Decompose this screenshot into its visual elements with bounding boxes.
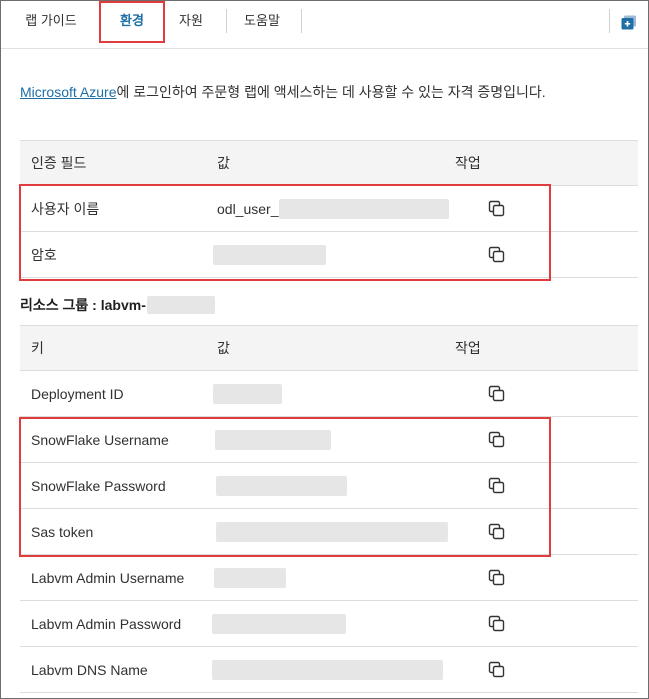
table-row: Deployment ID: [20, 371, 638, 417]
redacted-value: [212, 659, 443, 680]
redacted-value: [216, 521, 448, 542]
resource-group-title: 리소스 그룹 : labvm-: [20, 295, 215, 315]
row-value: [212, 601, 346, 646]
table-row: Sas token: [20, 509, 638, 555]
redacted-value: [214, 567, 286, 588]
tab-divider: [226, 9, 227, 33]
row-label: Sas token: [31, 523, 94, 540]
new-window-icon[interactable]: [621, 15, 637, 30]
value-prefix: odl_user_: [217, 200, 279, 217]
redacted-value: [213, 383, 282, 404]
tab-divider: [301, 9, 302, 33]
header-value: 값: [217, 340, 230, 356]
header-value: 값: [217, 155, 230, 171]
copy-icon[interactable]: [488, 246, 506, 264]
header-action: 작업: [455, 155, 481, 171]
tab-lab-guide[interactable]: 랩 가이드: [19, 1, 83, 37]
tab-help[interactable]: 도움말: [237, 1, 287, 37]
keys-table: 키 값 작업 Deployment ID SnowFlake Username …: [20, 325, 638, 693]
table-row: Labvm Admin Password: [20, 601, 638, 647]
password-value: [213, 232, 326, 277]
copy-icon[interactable]: [488, 569, 506, 587]
row-label: SnowFlake Password: [31, 477, 166, 494]
tab-divider: [609, 9, 610, 33]
table-row: 암호: [20, 232, 638, 278]
copy-icon[interactable]: [488, 431, 506, 449]
copy-icon[interactable]: [488, 477, 506, 495]
tab-resources[interactable]: 자원: [169, 1, 213, 37]
row-label: 암호: [31, 246, 57, 263]
row-label: SnowFlake Username: [31, 431, 169, 448]
table-header: 키 값 작업: [20, 325, 638, 371]
row-value: [213, 371, 282, 416]
copy-icon[interactable]: [488, 523, 506, 541]
copy-icon[interactable]: [488, 385, 506, 403]
header-action: 작업: [455, 340, 481, 356]
row-value: [215, 417, 331, 462]
redacted-value: [213, 244, 326, 265]
header-key: 키: [31, 340, 44, 356]
row-label: Labvm Admin Username: [31, 569, 185, 586]
row-label: Labvm DNS Name: [31, 661, 148, 678]
row-value: [214, 555, 286, 600]
row-label: Labvm Admin Password: [31, 615, 182, 632]
table-row: SnowFlake Username: [20, 417, 638, 463]
copy-icon[interactable]: [488, 200, 506, 218]
row-label: 사용자 이름: [31, 200, 100, 217]
table-row: 사용자 이름 odl_user_: [20, 186, 638, 232]
intro-text: Microsoft Azure에 로그인하여 주문형 랩에 액세스하는 데 사용…: [20, 82, 546, 102]
table-row: Labvm Admin Username: [20, 555, 638, 601]
username-value: odl_user_: [217, 186, 449, 231]
row-value: [216, 509, 448, 554]
copy-icon[interactable]: [488, 661, 506, 679]
environment-panel: 랩 가이드 환경 자원 도움말 Microsoft Azure에 로그인하여 주…: [0, 0, 649, 699]
redacted-value: [278, 198, 449, 219]
header-field: 인증 필드: [31, 155, 87, 171]
redacted-value: [215, 429, 331, 450]
table-header: 인증 필드 값 작업: [20, 140, 638, 186]
redacted-value: [146, 296, 215, 314]
row-label: Deployment ID: [31, 385, 124, 402]
redacted-value: [216, 475, 347, 496]
intro-description: 에 로그인하여 주문형 랩에 액세스하는 데 사용할 수 있는 자격 증명입니다…: [116, 84, 546, 100]
credentials-table: 인증 필드 값 작업 사용자 이름 odl_user_ 암호: [20, 140, 638, 278]
active-tab-highlight: [99, 1, 165, 43]
azure-link[interactable]: Microsoft Azure: [20, 84, 116, 100]
resource-group-label: 리소스 그룹 : labvm-: [20, 297, 146, 313]
row-value: [212, 647, 443, 692]
copy-icon[interactable]: [488, 615, 506, 633]
row-value: [216, 463, 347, 508]
table-row: SnowFlake Password: [20, 463, 638, 509]
table-row: Labvm DNS Name: [20, 647, 638, 693]
redacted-value: [212, 613, 346, 634]
